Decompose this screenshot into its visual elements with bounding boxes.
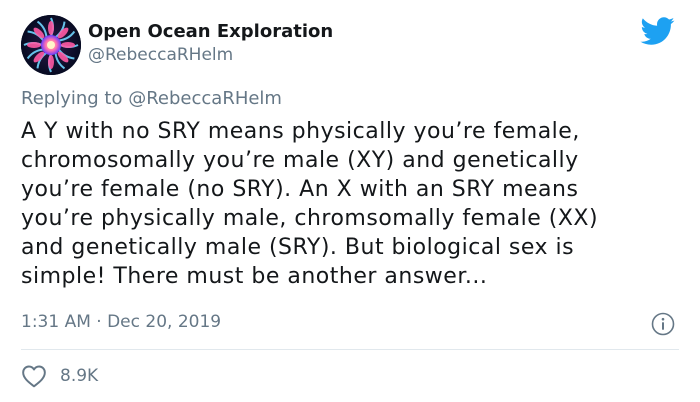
author-handle[interactable]: @RebeccaRHelm <box>88 45 233 65</box>
like-button[interactable]: 8.9K <box>21 363 98 389</box>
tweet-card: Open Ocean Exploration @RebeccaRHelm Rep… <box>0 0 700 402</box>
jellyfish-avatar-icon <box>21 15 81 75</box>
replying-to-label: Replying to <box>21 88 123 109</box>
tweet-timestamp[interactable]: 1:31 AM · Dec 20, 2019 <box>21 312 221 332</box>
twitter-bird-icon[interactable] <box>638 14 678 48</box>
tweet-text: A Y with no SRY means physically you’re … <box>21 119 599 289</box>
replying-to: Replying to @RebeccaRHelm <box>21 88 282 109</box>
info-icon[interactable] <box>651 312 675 336</box>
heart-icon[interactable] <box>21 364 47 388</box>
reply-mention-link[interactable]: @RebeccaRHelm <box>128 88 282 109</box>
author-name[interactable]: Open Ocean Exploration <box>88 21 333 42</box>
like-count: 8.9K <box>60 366 99 386</box>
author-avatar[interactable] <box>21 15 81 75</box>
divider <box>21 349 679 350</box>
